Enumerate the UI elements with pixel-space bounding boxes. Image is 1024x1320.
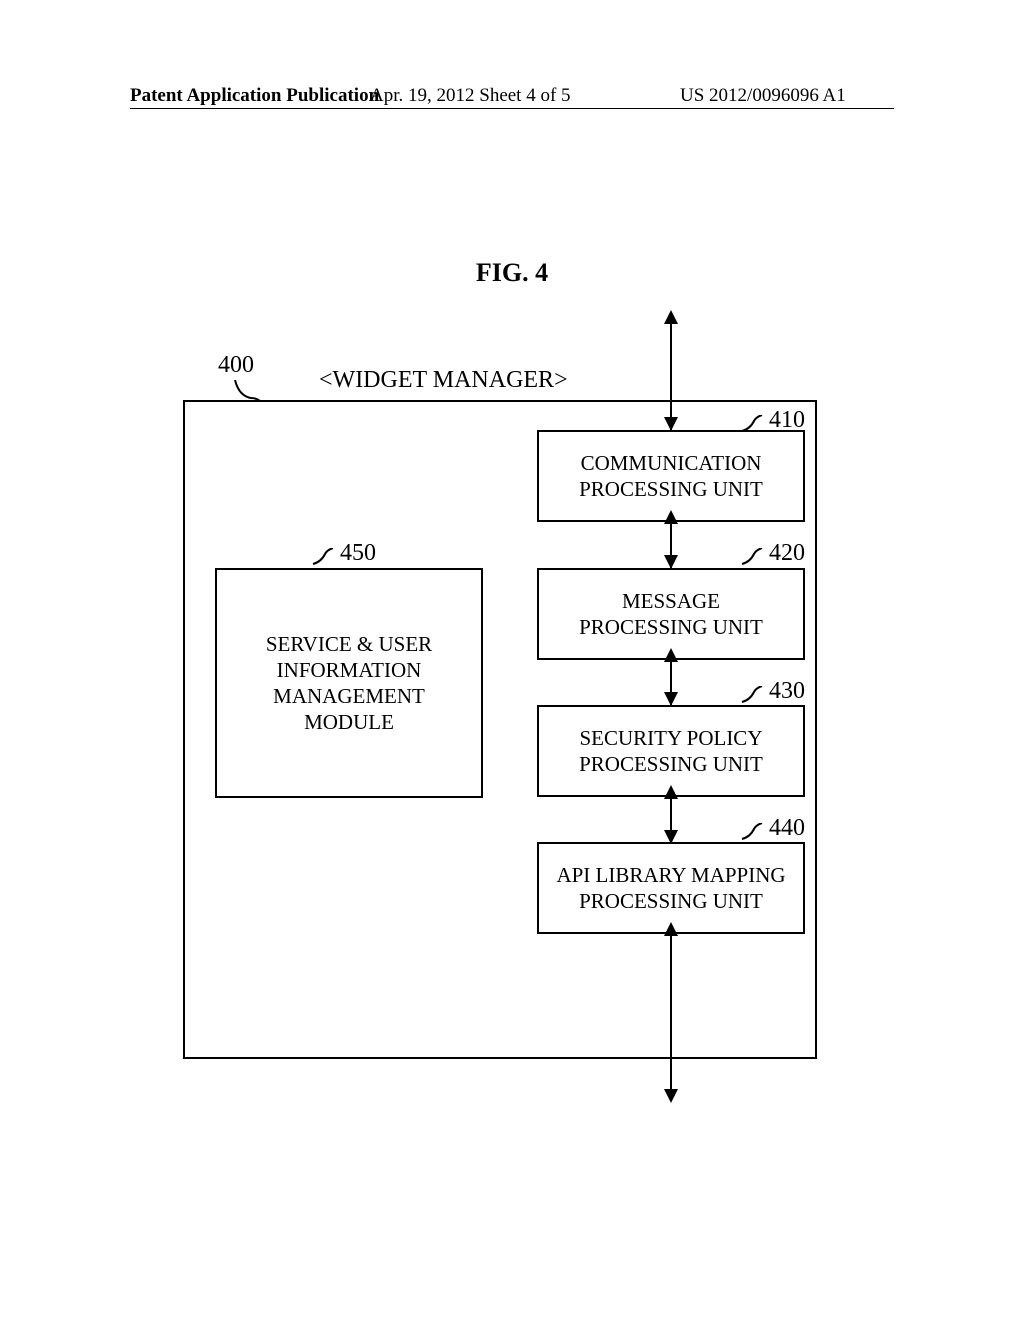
ref-label-410: 410	[769, 407, 805, 434]
header-center: Apr. 19, 2012 Sheet 4 of 5	[370, 85, 571, 107]
ref-label-450: 450	[340, 540, 376, 567]
header-right: US 2012/0096096 A1	[680, 85, 846, 107]
block-420-text: MESSAGEPROCESSING UNIT	[579, 588, 763, 641]
arrow-down-icon	[664, 692, 678, 706]
ref-label-420: 420	[769, 540, 805, 567]
block-450-text: SERVICE & USERINFORMATIONMANAGEMENTMODUL…	[266, 631, 432, 736]
block-410-text: COMMUNICATIONPROCESSING UNIT	[579, 450, 763, 503]
ref-label-430: 430	[769, 678, 805, 705]
ref-label-440: 440	[769, 815, 805, 842]
block-api-library-mapping-processing-unit: API LIBRARY MAPPINGPROCESSING UNIT	[537, 842, 805, 934]
ref-label-400: 400	[218, 352, 254, 379]
block-service-user-information-management-module: SERVICE & USERINFORMATIONMANAGEMENTMODUL…	[215, 568, 483, 798]
ref-hook-440	[740, 823, 764, 841]
header-divider	[130, 108, 894, 109]
block-430-text: SECURITY POLICYPROCESSING UNIT	[579, 725, 763, 778]
arrow-up-icon	[664, 648, 678, 662]
arrow-down-icon	[664, 1089, 678, 1103]
ref-hook-420	[740, 548, 764, 566]
arrow-up-icon	[664, 510, 678, 524]
arrow-up-icon	[664, 922, 678, 936]
header-left: Patent Application Publication	[130, 85, 379, 107]
block-communication-processing-unit: COMMUNICATIONPROCESSING UNIT	[537, 430, 805, 522]
widget-manager-title: <WIDGET MANAGER>	[319, 367, 568, 394]
connector-top	[670, 323, 672, 430]
block-message-processing-unit: MESSAGEPROCESSING UNIT	[537, 568, 805, 660]
arrow-down-icon	[664, 555, 678, 569]
arrow-up-icon	[664, 785, 678, 799]
ref-hook-450	[311, 548, 335, 566]
ref-hook-400	[233, 380, 263, 402]
arrow-down-icon	[664, 417, 678, 431]
ref-hook-410	[740, 415, 764, 433]
diagram-area: 400 <WIDGET MANAGER> COMMUNICATIONPROCES…	[175, 310, 825, 1140]
connector-bottom	[670, 934, 672, 1089]
ref-hook-430	[740, 686, 764, 704]
block-security-policy-processing-unit: SECURITY POLICYPROCESSING UNIT	[537, 705, 805, 797]
block-440-text: API LIBRARY MAPPINGPROCESSING UNIT	[556, 862, 785, 915]
arrow-down-icon	[664, 830, 678, 844]
arrow-up-icon	[664, 310, 678, 324]
figure-title: FIG. 4	[0, 258, 1024, 288]
